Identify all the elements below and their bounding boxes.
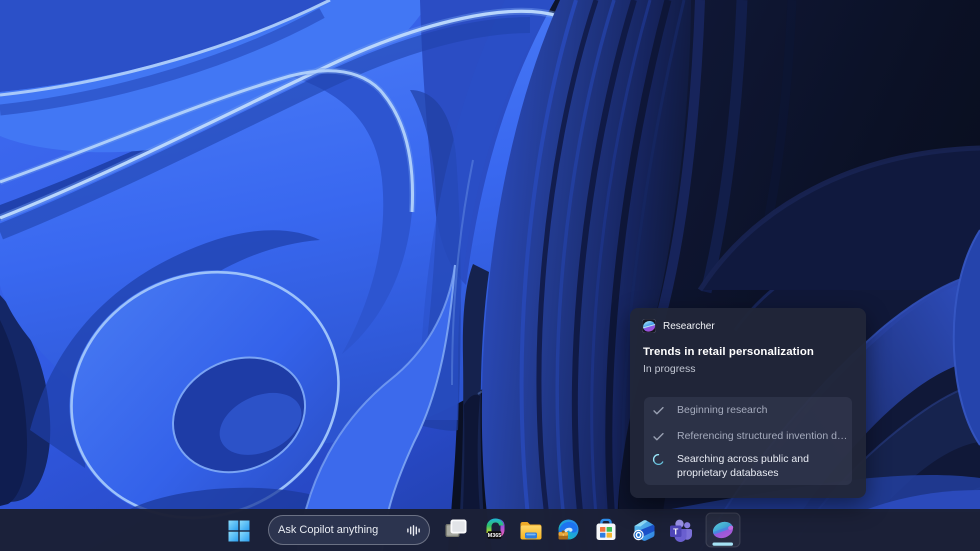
svg-text:M365: M365 (488, 533, 502, 539)
svg-text:T: T (673, 526, 679, 536)
